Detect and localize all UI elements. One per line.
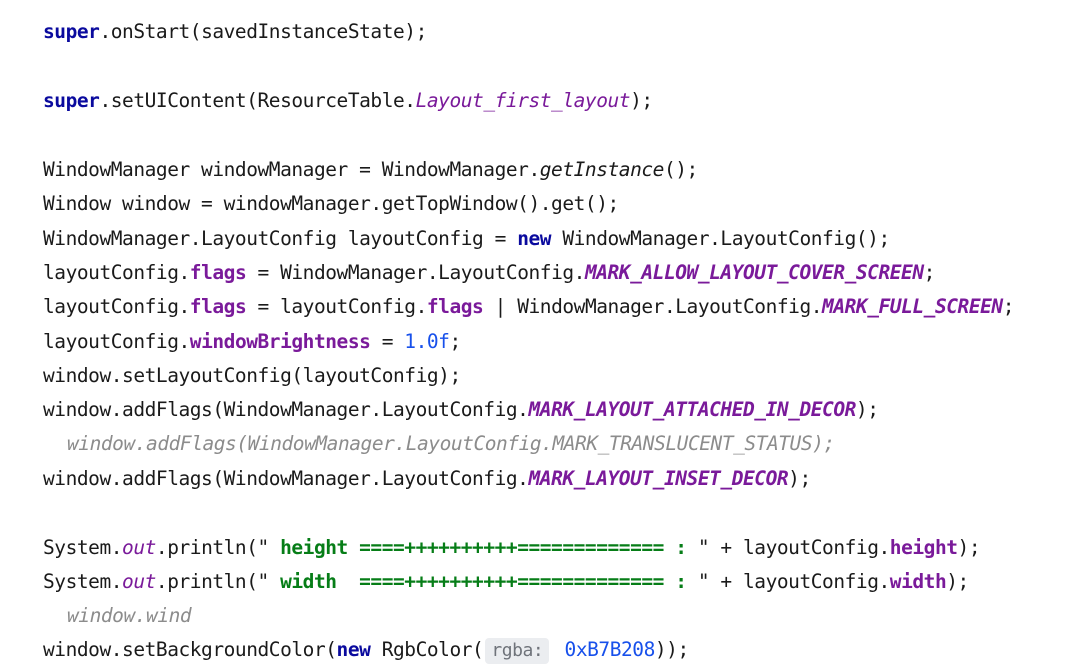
- code-text: .println(": [155, 570, 269, 593]
- code-text: ;: [449, 330, 461, 353]
- code-text: System.: [43, 536, 123, 559]
- code-line[interactable]: window.setBackgroundColor(new RgbColor(r…: [43, 633, 689, 667]
- code-line[interactable]: layoutConfig.windowBrightness = 1.0f;: [43, 325, 461, 359]
- code-text: window.addFlags(WindowManager.LayoutConf…: [43, 398, 529, 421]
- field-name: flags: [189, 261, 247, 284]
- code-line[interactable]: WindowManager windowManager = WindowMana…: [43, 153, 698, 187]
- static-method: getInstance: [539, 158, 665, 181]
- code-text: = layoutConfig.: [246, 295, 428, 318]
- code-line[interactable]: super.onStart(savedInstanceState);: [43, 15, 427, 49]
- code-line[interactable]: System.out.println(" height ====++++++++…: [43, 531, 981, 565]
- number-literal: 1.0f: [404, 330, 450, 353]
- code-line[interactable]: WindowManager.LayoutConfig layoutConfig …: [43, 222, 890, 256]
- code-line[interactable]: window.wind: [67, 599, 192, 633]
- code-text: );: [630, 89, 653, 112]
- code-text: WindowManager windowManager = WindowMana…: [43, 158, 540, 181]
- code-text: Window window = windowManager.getTopWind…: [43, 192, 619, 215]
- keyword-new: new: [517, 227, 552, 250]
- operator-or: |: [483, 295, 518, 318]
- code-text: .println(": [155, 536, 269, 559]
- static-field: out: [122, 536, 156, 559]
- code-line[interactable]: window.addFlags(WindowManager.LayoutConf…: [43, 462, 811, 496]
- code-text: " + layoutConfig.: [697, 536, 890, 559]
- code-text: layoutConfig.: [43, 261, 190, 284]
- code-editor[interactable]: super.onStart(savedInstanceState); super…: [0, 0, 1080, 667]
- field-name: flags: [189, 295, 247, 318]
- field-name: flags: [426, 295, 484, 318]
- field-name: windowBrightness: [189, 330, 371, 353]
- code-line[interactable]: super.setUIContent(ResourceTable.Layout_…: [43, 84, 653, 118]
- keyword-new: new: [336, 638, 371, 661]
- code-line[interactable]: window.addFlags(WindowManager.LayoutConf…: [43, 393, 879, 427]
- code-line[interactable]: layoutConfig.flags = layoutConfig.flags …: [43, 290, 1014, 324]
- string-literal: height ====++++++++++============= :: [268, 536, 698, 559]
- code-text: .onStart(savedInstanceState);: [99, 20, 427, 43]
- code-text: window.addFlags(WindowManager.LayoutConf…: [43, 467, 529, 490]
- code-text: ));: [654, 638, 689, 661]
- code-text: window.setLayoutConfig(layoutConfig);: [43, 364, 461, 387]
- constant-name: MARK_LAYOUT_INSET_DECOR: [528, 467, 789, 490]
- code-line[interactable]: window.setLayoutConfig(layoutConfig);: [43, 359, 461, 393]
- code-text: =: [370, 330, 405, 353]
- code-text: WindowManager.LayoutConfig layoutConfig …: [43, 227, 518, 250]
- code-text: System.: [43, 570, 123, 593]
- code-line[interactable]: System.out.println(" width ====+++++++++…: [43, 565, 969, 599]
- code-text: layoutConfig.: [43, 295, 190, 318]
- code-text: layoutConfig.: [43, 330, 190, 353]
- field-name: height: [889, 536, 958, 559]
- code-text: WindowManager.LayoutConfig.: [517, 295, 823, 318]
- parameter-hint: rgba:: [485, 638, 550, 664]
- code-line[interactable]: Window window = windowManager.getTopWind…: [43, 187, 619, 221]
- constant-name: MARK_FULL_SCREEN: [822, 295, 1003, 318]
- code-text: ;: [923, 261, 936, 284]
- constant-name: MARK_LAYOUT_ATTACHED_IN_DECOR: [528, 398, 856, 421]
- comment-text: window.wind: [67, 604, 192, 627]
- code-text: );: [957, 536, 981, 559]
- keyword-super: super: [43, 20, 100, 43]
- code-text: .setUIContent(ResourceTable.: [99, 89, 416, 112]
- keyword-super: super: [43, 89, 100, 112]
- code-text: WindowManager.LayoutConfig();: [551, 227, 890, 250]
- static-field: out: [122, 570, 156, 593]
- code-text: );: [788, 467, 811, 490]
- code-text: window.setBackgroundColor(: [43, 638, 337, 661]
- code-text: ;: [1002, 295, 1015, 318]
- code-line[interactable]: window.addFlags(WindowManager.LayoutConf…: [67, 427, 835, 461]
- code-text: " + layoutConfig.: [697, 570, 890, 593]
- field-name: width: [889, 570, 947, 593]
- comment-text: window.addFlags(WindowManager.LayoutConf…: [67, 432, 835, 455]
- code-text: );: [855, 398, 879, 421]
- code-text: ();: [663, 158, 698, 181]
- constant-name: MARK_ALLOW_LAYOUT_COVER_SCREEN: [584, 261, 924, 284]
- number-literal: 0xB7B208: [553, 638, 656, 661]
- code-text: );: [946, 570, 969, 593]
- static-field: Layout_first_layout: [415, 89, 631, 112]
- code-text: RgbColor(: [370, 638, 484, 661]
- code-text: = WindowManager.LayoutConfig.: [246, 261, 586, 284]
- string-literal: width ====++++++++++============= :: [268, 570, 698, 593]
- code-line[interactable]: layoutConfig.flags = WindowManager.Layou…: [43, 256, 935, 290]
